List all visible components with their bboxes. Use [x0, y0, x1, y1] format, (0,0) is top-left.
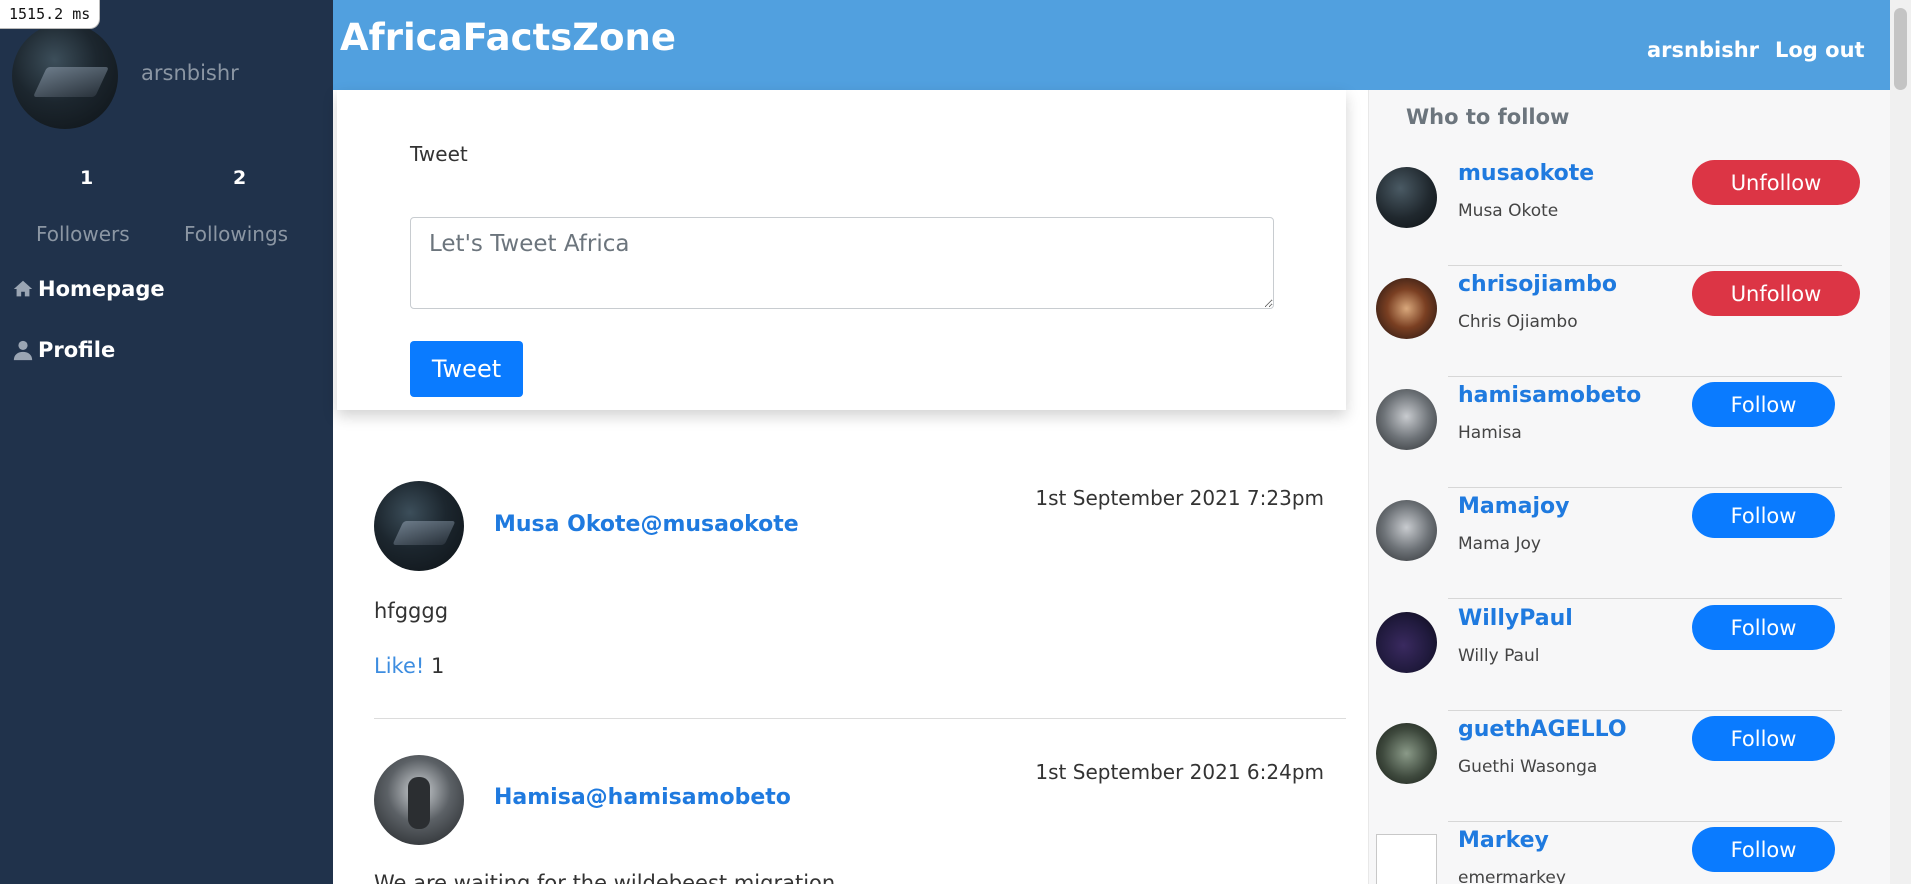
user-display-name: Guethi Wasonga: [1458, 757, 1598, 777]
post-author-link[interactable]: Musa Okote@musaokote: [494, 512, 799, 537]
sidebar: arsnbishr 1 2 Followers Followings Homep…: [0, 0, 333, 884]
home-icon: [13, 280, 33, 297]
followings-label[interactable]: Followings: [184, 222, 288, 246]
user-display-name: emermarkey: [1458, 868, 1566, 884]
like-count: 1: [430, 654, 445, 678]
scrollbar-thumb[interactable]: [1894, 8, 1907, 90]
logout-link[interactable]: Log out: [1775, 38, 1865, 62]
post-author-link[interactable]: Hamisa@hamisamobeto: [494, 785, 791, 810]
page-scrollbar[interactable]: [1890, 0, 1911, 884]
avatar[interactable]: [1376, 167, 1437, 228]
tweet-post: Hamisa@hamisamobeto 1st September 2021 6…: [374, 755, 1346, 884]
username-link[interactable]: arsnbishr: [1647, 38, 1759, 62]
user-display-name: Chris Ojiambo: [1458, 312, 1578, 332]
user-handle-link[interactable]: Markey: [1458, 828, 1549, 853]
follow-button[interactable]: Follow: [1692, 382, 1835, 427]
tweet-button[interactable]: Tweet: [410, 341, 523, 397]
divider: [374, 718, 1346, 719]
followers-label[interactable]: Followers: [36, 222, 130, 246]
sidebar-username: arsnbishr: [141, 61, 239, 85]
follow-button[interactable]: Follow: [1692, 827, 1835, 872]
follow-button[interactable]: Follow: [1692, 716, 1835, 761]
user-handle-link[interactable]: chrisojiambo: [1458, 272, 1617, 297]
composer-heading: Tweet: [410, 142, 468, 166]
follow-suggestion: chrisojiambo Chris Ojiambo Unfollow: [1369, 266, 1872, 377]
like-row: Like! 1: [374, 654, 444, 678]
avatar[interactable]: [1376, 612, 1437, 673]
user-handle-link[interactable]: Mamajoy: [1458, 494, 1570, 519]
post-body: hfgggg: [374, 599, 449, 623]
user-display-name: Musa Okote: [1458, 201, 1559, 221]
user-handle-link[interactable]: guethAGELLO: [1458, 717, 1627, 742]
brand-logo[interactable]: AfricaFactsZone: [340, 16, 676, 59]
follow-suggestion: Markey emermarkey Follow: [1369, 822, 1872, 884]
user-display-name: Hamisa: [1458, 423, 1522, 443]
sidebar-item-profile[interactable]: Profile: [12, 338, 115, 362]
like-button[interactable]: Like!: [374, 654, 424, 678]
followings-count[interactable]: 2: [233, 167, 246, 189]
followers-count[interactable]: 1: [80, 167, 93, 189]
sidebar-item-label: Profile: [38, 338, 116, 362]
follow-suggestion: Mamajoy Mama Joy Follow: [1369, 488, 1872, 599]
divider: [1448, 598, 1842, 599]
top-navbar: AfricaFactsZone arsnbishr Log out: [333, 0, 1911, 90]
avatar[interactable]: [1376, 723, 1437, 784]
avatar[interactable]: [1376, 278, 1437, 339]
post-timestamp: 1st September 2021 7:23pm: [1035, 486, 1324, 510]
tweet-composer: Tweet Tweet: [337, 90, 1346, 410]
unfollow-button[interactable]: Unfollow: [1692, 271, 1860, 316]
user-display-name: Mama Joy: [1458, 534, 1541, 554]
tweet-input[interactable]: [410, 217, 1274, 309]
user-icon: [13, 340, 33, 361]
render-timing-badge: 1515.2 ms: [0, 0, 101, 29]
broken-image-icon[interactable]: [1376, 834, 1437, 884]
follow-suggestion: musaokote Musa Okote Unfollow: [1369, 155, 1872, 266]
post-timestamp: 1st September 2021 6:24pm: [1035, 760, 1324, 784]
avatar[interactable]: [1376, 500, 1437, 561]
user-display-name: Willy Paul: [1458, 646, 1540, 666]
avatar[interactable]: [1376, 389, 1437, 450]
user-handle-link[interactable]: musaokote: [1458, 161, 1594, 186]
unfollow-button[interactable]: Unfollow: [1692, 160, 1860, 205]
post-body: We are waiting for the wildebeest migrat…: [374, 871, 836, 884]
who-to-follow-title: Who to follow: [1406, 105, 1570, 129]
user-handle-link[interactable]: hamisamobeto: [1458, 383, 1641, 408]
avatar[interactable]: [12, 23, 118, 129]
tweet-post: Musa Okote@musaokote 1st September 2021 …: [374, 481, 1346, 711]
who-to-follow-panel: Who to follow musaokote Musa Okote Unfol…: [1368, 90, 1891, 884]
follow-suggestion: guethAGELLO Guethi Wasonga Follow: [1369, 711, 1872, 822]
avatar[interactable]: [374, 755, 464, 845]
sidebar-item-label: Homepage: [38, 277, 165, 301]
follow-button[interactable]: Follow: [1692, 493, 1835, 538]
sidebar-item-homepage[interactable]: Homepage: [12, 277, 165, 301]
follow-button[interactable]: Follow: [1692, 605, 1835, 650]
user-handle-link[interactable]: WillyPaul: [1458, 606, 1573, 631]
avatar[interactable]: [374, 481, 464, 571]
follow-suggestion: WillyPaul Willy Paul Follow: [1369, 600, 1872, 711]
follow-suggestion: hamisamobeto Hamisa Follow: [1369, 377, 1872, 488]
